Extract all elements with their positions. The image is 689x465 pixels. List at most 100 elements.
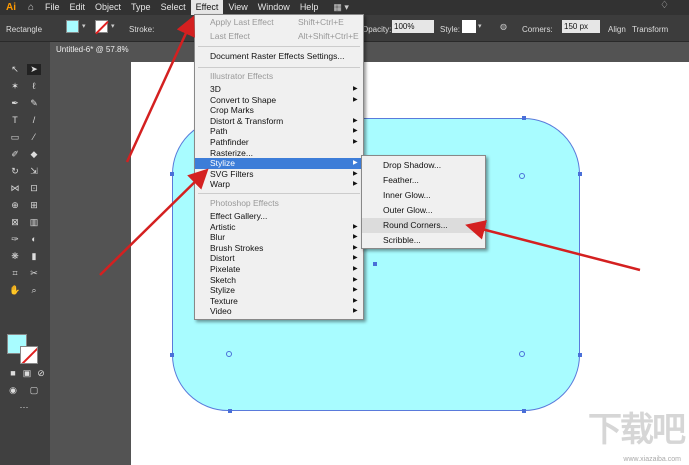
stylize-photoshop-item[interactable]: Stylize ▶ bbox=[195, 285, 363, 296]
apply-last-effect-item[interactable]: Apply Last Effect Shift+Ctrl+E bbox=[195, 17, 363, 28]
zoom-tool-icon[interactable]: ⌕ bbox=[27, 285, 41, 296]
tools-stroke-swatch[interactable] bbox=[20, 346, 38, 364]
draw-normal-icon[interactable]: ◉ bbox=[6, 385, 20, 396]
menu-edit[interactable]: Edit bbox=[65, 0, 91, 15]
eraser-tool-icon[interactable]: ◆ bbox=[27, 149, 41, 160]
home-icon[interactable]: ⌂ bbox=[22, 0, 40, 15]
effect-gallery-item[interactable]: Effect Gallery... bbox=[195, 211, 363, 222]
corners-field[interactable]: 150 px bbox=[562, 20, 600, 33]
menu-select[interactable]: Select bbox=[156, 0, 191, 15]
eyedropper-tool-icon[interactable]: ✑ bbox=[8, 234, 22, 245]
menu-effect[interactable]: Effect bbox=[190, 0, 224, 15]
line-tool-icon[interactable]: / bbox=[27, 115, 41, 126]
center-point[interactable] bbox=[373, 262, 377, 266]
blend-tool-icon[interactable]: ◐ bbox=[27, 234, 41, 245]
recolor-icon[interactable]: ◍ bbox=[498, 20, 512, 33]
anchor-point[interactable] bbox=[578, 172, 582, 176]
last-effect-item[interactable]: Last Effect Alt+Shift+Ctrl+E bbox=[195, 31, 363, 42]
feather-item[interactable]: Feather... bbox=[362, 173, 485, 188]
scribble-item[interactable]: Scribble... bbox=[362, 233, 485, 248]
menu-help[interactable]: Help bbox=[295, 0, 324, 15]
opacity-field[interactable]: 100% bbox=[392, 20, 434, 33]
corner-widget[interactable] bbox=[226, 351, 232, 357]
document-raster-settings-item[interactable]: Document Raster Effects Settings... bbox=[195, 51, 363, 62]
crop-marks-item[interactable]: Crop Marks bbox=[195, 105, 363, 116]
menu-window[interactable]: Window bbox=[253, 0, 295, 15]
rotate-tool-icon[interactable]: ↻ bbox=[8, 166, 22, 177]
stroke-dropdown-icon[interactable]: ▾ bbox=[111, 22, 115, 30]
menu-separator bbox=[198, 193, 360, 194]
sketch-item[interactable]: Sketch ▶ bbox=[195, 275, 363, 286]
artboard-tool-icon[interactable]: ⌗ bbox=[8, 268, 22, 279]
convert-to-shape-item[interactable]: Convert to Shape ▶ bbox=[195, 95, 363, 106]
anchor-point[interactable] bbox=[578, 353, 582, 357]
align-link[interactable]: Align bbox=[608, 25, 626, 34]
document-tab[interactable]: Untitled-6* @ 57.8% (RGB/Preview) bbox=[50, 42, 184, 69]
none-mode-icon[interactable]: ⊘ bbox=[34, 368, 48, 379]
anchor-point[interactable] bbox=[170, 172, 174, 176]
shape-builder-tool-icon[interactable]: ⊕ bbox=[8, 200, 22, 211]
style-dropdown-icon[interactable]: ▾ bbox=[478, 22, 482, 30]
column-graph-tool-icon[interactable]: ▮ bbox=[27, 251, 41, 262]
gradient-tool-icon[interactable]: ▥ bbox=[27, 217, 41, 228]
style-swatch[interactable] bbox=[462, 20, 476, 33]
mesh-tool-icon[interactable]: ⊠ bbox=[8, 217, 22, 228]
svg-filters-item[interactable]: SVG Filters ▶ bbox=[195, 169, 363, 180]
transform-link[interactable]: Transform bbox=[632, 25, 668, 34]
anchor-point[interactable] bbox=[522, 409, 526, 413]
shaper-tool-icon[interactable]: ✐ bbox=[8, 149, 22, 160]
anchor-point[interactable] bbox=[228, 409, 232, 413]
outer-glow-item[interactable]: Outer Glow... bbox=[362, 203, 485, 218]
direct-selection-tool-icon[interactable]: ➤ bbox=[27, 64, 41, 75]
stroke-swatch[interactable] bbox=[95, 20, 108, 33]
fill-dropdown-icon[interactable]: ▾ bbox=[82, 22, 86, 30]
menu-file[interactable]: File bbox=[40, 0, 65, 15]
slice-tool-icon[interactable]: ✂ bbox=[27, 268, 41, 279]
brush-strokes-item[interactable]: Brush Strokes ▶ bbox=[195, 243, 363, 254]
color-mode-icon[interactable]: ■ bbox=[6, 368, 20, 379]
path-item[interactable]: Path ▶ bbox=[195, 126, 363, 137]
inner-glow-item[interactable]: Inner Glow... bbox=[362, 188, 485, 203]
type-tool-icon[interactable]: T bbox=[8, 115, 22, 126]
selection-tool-icon[interactable]: ↖ bbox=[8, 64, 22, 75]
hand-tool-icon[interactable]: ✋ bbox=[8, 285, 22, 296]
pixelate-item[interactable]: Pixelate ▶ bbox=[195, 264, 363, 275]
perspective-grid-tool-icon[interactable]: ⊞ bbox=[27, 200, 41, 211]
curvature-tool-icon[interactable]: ✎ bbox=[27, 98, 41, 109]
anchor-point[interactable] bbox=[170, 353, 174, 357]
pen-tool-icon[interactable]: ✒ bbox=[8, 98, 22, 109]
distort-item[interactable]: Distort ▶ bbox=[195, 253, 363, 264]
rasterize-item[interactable]: Rasterize... bbox=[195, 148, 363, 159]
workspace-switcher-icon[interactable]: ▦ ▾ bbox=[333, 2, 349, 13]
warp-item[interactable]: Warp ▶ bbox=[195, 179, 363, 190]
scale-tool-icon[interactable]: ⇲ bbox=[27, 166, 41, 177]
free-transform-tool-icon[interactable]: ⊡ bbox=[27, 183, 41, 194]
lightbulb-icon[interactable]: ♢ bbox=[660, 0, 669, 11]
artistic-item[interactable]: Artistic ▶ bbox=[195, 222, 363, 233]
lasso-icon[interactable]: ℓ bbox=[27, 81, 41, 92]
fill-swatch[interactable] bbox=[66, 20, 79, 33]
paintbrush-tool-icon[interactable]: ⁄ bbox=[27, 132, 41, 143]
width-tool-icon[interactable]: ⋈ bbox=[8, 183, 22, 194]
menu-view[interactable]: View bbox=[223, 0, 252, 15]
more-tools-icon[interactable]: ⋯ bbox=[17, 402, 31, 413]
corner-widget[interactable] bbox=[519, 173, 525, 179]
round-corners-item[interactable]: Round Corners... bbox=[362, 218, 485, 233]
pathfinder-item[interactable]: Pathfinder ▶ bbox=[195, 137, 363, 148]
distort-transform-item[interactable]: Distort & Transform ▶ bbox=[195, 116, 363, 127]
blur-item[interactable]: Blur ▶ bbox=[195, 232, 363, 243]
texture-item[interactable]: Texture ▶ bbox=[195, 296, 363, 307]
video-item[interactable]: Video ▶ bbox=[195, 306, 363, 317]
rectangle-tool-icon[interactable]: ▭ bbox=[8, 132, 22, 143]
anchor-point[interactable] bbox=[522, 116, 526, 120]
stylize-illustrator-item[interactable]: Stylize ▶ bbox=[195, 158, 363, 169]
corner-widget[interactable] bbox=[519, 351, 525, 357]
symbol-sprayer-tool-icon[interactable]: ❋ bbox=[8, 251, 22, 262]
magic-wand-icon[interactable]: ✶ bbox=[8, 81, 22, 92]
drop-shadow-item[interactable]: Drop Shadow... bbox=[362, 158, 485, 173]
menu-type[interactable]: Type bbox=[126, 0, 156, 15]
effect-3d-item[interactable]: 3D ▶ bbox=[195, 84, 363, 95]
gradient-mode-icon[interactable]: ▣ bbox=[20, 368, 34, 379]
screen-mode-icon[interactable]: ▢ bbox=[27, 385, 41, 396]
menu-object[interactable]: Object bbox=[90, 0, 126, 15]
